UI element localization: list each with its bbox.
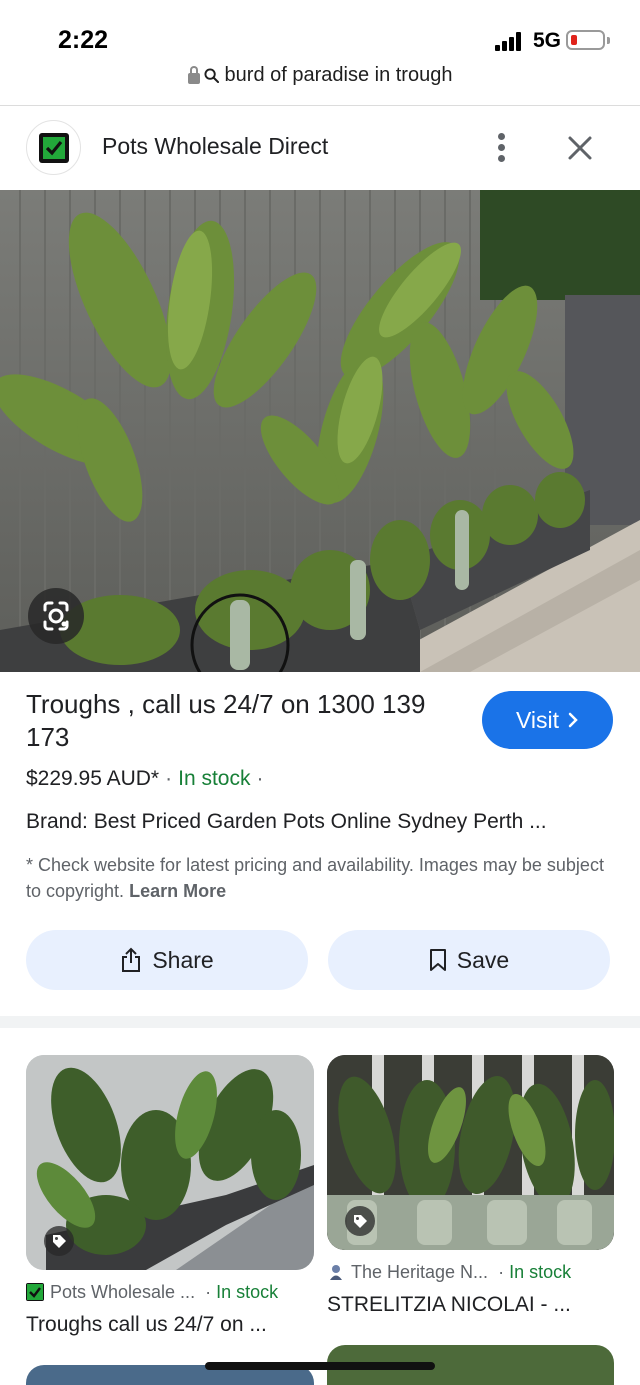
product-title: Troughs , call us 24/7 on 1300 139 173: [26, 689, 426, 752]
share-button[interactable]: Share: [26, 930, 308, 990]
site-name[interactable]: Pots Wholesale Direct: [102, 133, 328, 160]
separator: ·: [200, 1282, 217, 1302]
separator: ·: [256, 767, 264, 790]
tag-icon: [44, 1226, 74, 1256]
home-indicator[interactable]: [205, 1362, 435, 1370]
result-title[interactable]: Troughs call us 24/7 on ...: [26, 1313, 267, 1337]
url-divider: [0, 105, 640, 106]
green-check-icon: [39, 133, 69, 163]
status-bar: 2:22 5G: [0, 0, 640, 62]
tag-icon: [345, 1206, 375, 1236]
product-image[interactable]: [0, 190, 640, 672]
battery-tip: [607, 37, 610, 44]
learn-more-link[interactable]: Learn More: [129, 881, 226, 901]
price-row: $229.95 AUD* · In stock ·: [26, 767, 269, 791]
green-check-icon: [26, 1283, 44, 1301]
battery-icon: [566, 30, 605, 50]
search-icon: [204, 68, 219, 83]
lens-icon: [43, 601, 69, 631]
price: $229.95 AUD*: [26, 767, 160, 790]
pricing-disclaimer: * Check website for latest pricing and a…: [26, 852, 616, 904]
url-bar[interactable]: burd of paradise in trough: [0, 64, 640, 98]
result-source: Pots Wholesale ...: [50, 1282, 196, 1302]
visit-button[interactable]: Visit: [482, 691, 613, 749]
result-meta: Pots Wholesale ... · In stock: [26, 1282, 278, 1303]
heritage-logo-icon: [330, 1265, 342, 1280]
result-stock: In stock: [216, 1282, 279, 1302]
stock-status: In stock: [178, 767, 251, 790]
google-lens-button[interactable]: [28, 588, 84, 644]
lock-icon: [187, 65, 200, 84]
save-button[interactable]: Save: [328, 930, 610, 990]
result-title[interactable]: STRELITZIA NICOLAI - ...: [327, 1293, 571, 1317]
close-icon[interactable]: [566, 134, 594, 162]
result-stock: In stock: [509, 1262, 572, 1282]
url-text: burd of paradise in trough: [224, 64, 453, 86]
status-time: 2:22: [58, 26, 109, 54]
share-label: Share: [152, 946, 214, 973]
chevron-right-icon: [568, 712, 578, 728]
brand-line: Brand: Best Priced Garden Pots Online Sy…: [26, 810, 547, 833]
result-meta: The Heritage N... · In stock: [327, 1262, 571, 1283]
visit-label: Visit: [515, 706, 560, 733]
save-label: Save: [456, 946, 510, 973]
site-header: Pots Wholesale Direct: [0, 118, 640, 178]
result-source: The Heritage N...: [351, 1262, 489, 1282]
separator: ·: [165, 767, 173, 790]
more-vert-icon[interactable]: [490, 130, 514, 164]
disclaimer-text: * Check website for latest pricing and a…: [26, 855, 604, 901]
separator: ·: [493, 1262, 510, 1282]
bird-of-paradise-trough-photo: [0, 190, 640, 672]
signal-icon: [495, 31, 525, 51]
share-icon: [122, 947, 141, 972]
bookmark-icon: [429, 949, 446, 971]
network-type: 5G: [533, 29, 562, 52]
section-divider: [0, 1016, 640, 1028]
site-favicon: [26, 120, 81, 175]
